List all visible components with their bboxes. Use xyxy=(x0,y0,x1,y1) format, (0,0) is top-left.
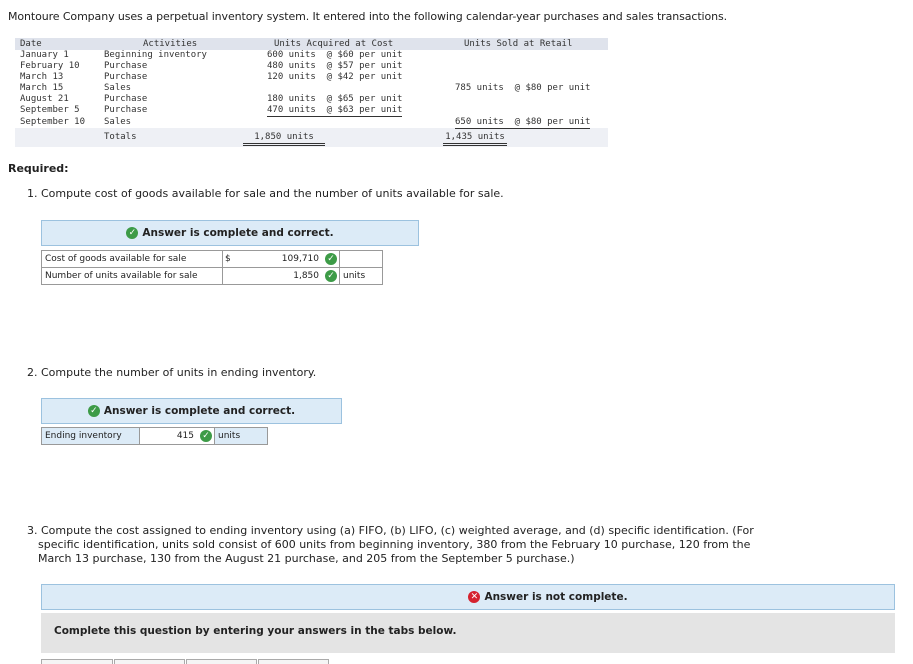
tab-specific-identification[interactable] xyxy=(258,659,329,664)
totals-label: Totals xyxy=(104,132,137,142)
row-date: September 10 xyxy=(20,117,86,127)
q3-result-banner: ✕ Answer is not complete. xyxy=(41,584,895,610)
totals-sold: 1,435 units xyxy=(443,132,507,146)
totals-acquired: 1,850 units xyxy=(243,132,325,146)
inventory-table: Date Activities Units Acquired at Cost U… xyxy=(15,38,608,147)
q2-banner-text: Answer is complete and correct. xyxy=(103,405,296,417)
q1-answer-table: Cost of goods available for sale $ 109,7… xyxy=(41,250,383,285)
q3-line: 3. Compute the cost assigned to ending i… xyxy=(27,524,754,537)
instructions-panel: Complete this question by entering your … xyxy=(41,613,895,653)
table-row: Ending inventory 415 ✓ units xyxy=(41,427,268,445)
row-activity: Beginning inventory xyxy=(104,50,207,60)
question-1: 1. Compute cost of goods available for s… xyxy=(27,187,504,200)
row-acquired: 120 units @ $42 per unit xyxy=(267,72,403,82)
x-circle-icon: ✕ xyxy=(468,591,481,603)
q1-value: 1,850 xyxy=(293,271,319,281)
row-acquired: 470 units @ $63 per unit xyxy=(267,105,403,117)
q2-value: 415 xyxy=(176,431,194,441)
tab-lifo[interactable] xyxy=(114,659,185,664)
row-date: August 21 xyxy=(20,94,69,104)
instructions-text: Complete this question by entering your … xyxy=(54,625,457,637)
unit-cell: units xyxy=(339,267,383,285)
row-date: March 15 xyxy=(20,83,64,93)
required-label: Required: xyxy=(8,162,69,175)
question-2: 2. Compute the number of units in ending… xyxy=(27,366,317,379)
ending-inventory-input[interactable]: 415 ✓ xyxy=(139,427,215,445)
row-activity: Sales xyxy=(104,117,132,127)
q3-line: March 13 purchase, 130 from the August 2… xyxy=(38,552,575,565)
header-acquired: Units Acquired at Cost xyxy=(274,39,394,49)
row-activity: Purchase xyxy=(104,105,148,115)
q1-label: Number of units available for sale xyxy=(41,267,223,285)
cogs-input[interactable]: $ 109,710 ✓ xyxy=(222,250,340,268)
check-circle-icon: ✓ xyxy=(126,227,139,239)
q1-value: 109,710 xyxy=(281,254,319,264)
units-available-input[interactable]: 1,850 ✓ xyxy=(222,267,340,285)
row-acquired: 480 units @ $57 per unit xyxy=(267,61,403,71)
dollar-sign: $ xyxy=(225,254,231,264)
row-date: February 10 xyxy=(20,61,80,71)
check-circle-icon: ✓ xyxy=(87,405,100,417)
table-row: Number of units available for sale 1,850… xyxy=(41,267,383,285)
unit-cell: units xyxy=(214,427,268,445)
row-acquired: 180 units @ $65 per unit xyxy=(267,94,403,104)
problem-intro: Montoure Company uses a perpetual invent… xyxy=(8,10,728,23)
q1-label: Cost of goods available for sale xyxy=(41,250,223,268)
tab-weighted-average[interactable] xyxy=(186,659,257,664)
row-acquired: 600 units @ $60 per unit xyxy=(267,50,403,60)
row-date: March 13 xyxy=(20,72,64,82)
row-sold: 650 units @ $80 per unit xyxy=(455,117,591,129)
q3-banner-text: Answer is not complete. xyxy=(484,591,628,603)
row-activity: Sales xyxy=(104,83,132,93)
row-date: January 1 xyxy=(20,50,69,60)
header-sold: Units Sold at Retail xyxy=(464,39,573,49)
row-date: September 5 xyxy=(20,105,80,115)
question-3: 3. Compute the cost assigned to ending i… xyxy=(27,524,754,566)
tab-fifo[interactable] xyxy=(41,659,113,664)
row-activity: Purchase xyxy=(104,61,148,71)
check-circle-icon: ✓ xyxy=(325,270,337,282)
q3-line: specific identification, units sold cons… xyxy=(38,538,751,551)
q2-result-banner: ✓ Answer is complete and correct. xyxy=(41,398,342,424)
header-date: Date xyxy=(20,39,42,49)
row-activity: Purchase xyxy=(104,94,148,104)
q1-result-banner: ✓ Answer is complete and correct. xyxy=(41,220,419,246)
check-circle-icon: ✓ xyxy=(200,430,212,442)
q1-banner-text: Answer is complete and correct. xyxy=(142,227,334,239)
table-row: Cost of goods available for sale $ 109,7… xyxy=(41,250,383,268)
header-activities: Activities xyxy=(143,39,198,49)
q2-answer-table: Ending inventory 415 ✓ units xyxy=(41,427,268,445)
row-activity: Purchase xyxy=(104,72,148,82)
row-sold: 785 units @ $80 per unit xyxy=(455,83,591,93)
unit-cell xyxy=(339,250,383,268)
ending-inventory-label: Ending inventory xyxy=(41,427,140,445)
check-circle-icon: ✓ xyxy=(325,253,337,265)
